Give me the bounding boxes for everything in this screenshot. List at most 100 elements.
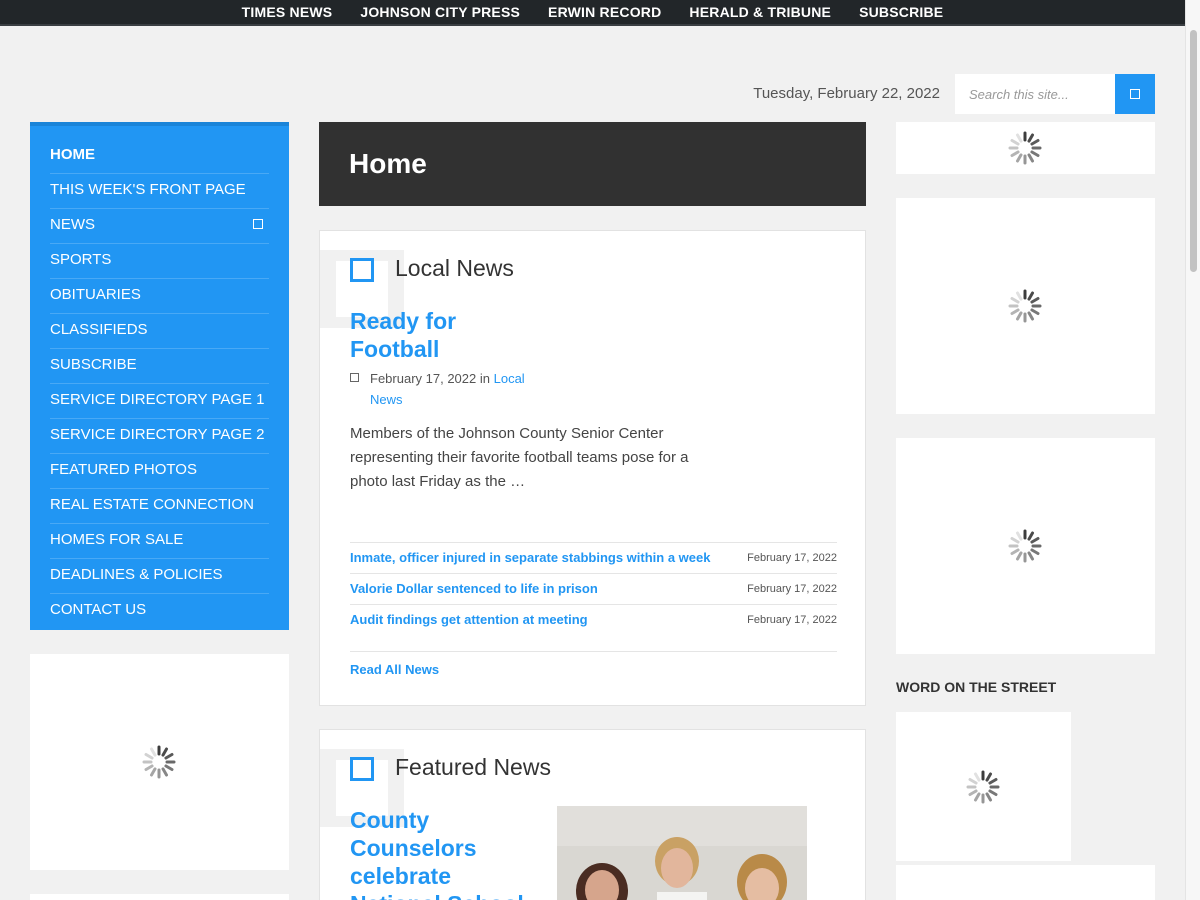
nav-item-news-label: NEWS [50,216,95,233]
section-heading: Featured News [395,754,551,780]
main-navigation: HOME THIS WEEK'S FRONT PAGE NEWS SPORTS … [30,122,289,630]
word-on-the-street-slot[interactable] [896,712,1071,861]
article-date: February 17, 2022 [370,371,477,386]
spinner-spoke [1016,551,1023,561]
spinner-spoke [1010,139,1020,146]
spinner-spoke [164,764,174,771]
submenu-toggle-icon[interactable] [253,219,263,229]
headline-link[interactable]: Valorie Dollar sentenced to life in pris… [350,581,598,596]
spinner-spoke [150,747,157,757]
topnav-link-subscribe[interactable]: SUBSCRIBE [859,0,943,24]
spinner-spoke [1010,548,1020,555]
read-all-news-link[interactable]: Read All News [350,651,837,677]
section-square-icon [350,258,374,282]
spinner-spoke [1016,291,1023,301]
spinner-spoke [968,789,978,796]
spinner-spoke [144,753,154,760]
nav-item-classifieds[interactable]: CLASSIFIEDS [50,314,269,349]
spinner-spoke [968,778,978,785]
nav-item-real-estate[interactable]: REAL ESTATE CONNECTION [50,489,269,524]
spinner-spoke [1030,139,1040,146]
spinner-spoke [985,772,992,782]
featured-article-title[interactable]: County Counselors celebrate National Sch… [350,806,530,900]
spinner-spoke [1027,291,1034,301]
spinner-spoke [1030,308,1040,315]
spinner-spoke [1010,537,1020,544]
loading-spinner-icon [1008,131,1042,165]
topnav-link-herald-tribune[interactable]: HERALD & TRIBUNE [689,0,831,24]
nav-item-service-directory-2[interactable]: SERVICE DIRECTORY PAGE 2 [50,419,269,454]
loading-spinner-icon [966,770,1000,804]
article-in-text: in [479,371,490,386]
spinner-spoke [988,778,998,785]
headline-row: Audit findings get attention at meeting … [350,605,837,636]
article-excerpt: Members of the Johnson County Senior Cen… [350,425,689,490]
spinner-spoke [1027,531,1034,541]
nav-item-contact[interactable]: CONTACT US [50,594,269,629]
section-square-icon [350,757,374,781]
spinner-spoke [1030,537,1040,544]
spinner-spoke [1030,548,1040,555]
topnav-link-erwin-record[interactable]: ERWIN RECORD [548,0,661,24]
nav-item-sports[interactable]: SPORTS [50,244,269,279]
page-scrollbar[interactable] [1185,0,1200,900]
headline-link[interactable]: Audit findings get attention at meeting [350,612,588,627]
search-input[interactable] [955,74,1115,114]
spinner-spoke [150,767,157,777]
search-button[interactable] [1115,74,1155,114]
headline-date: February 17, 2022 [747,614,837,626]
spinner-spoke [1016,133,1023,143]
spinner-spoke [1030,150,1040,157]
left-ad-slot-2[interactable] [30,894,289,900]
section-heading: Local News [395,255,514,281]
topnav-link-times-news[interactable]: TIMES NEWS [242,0,333,24]
left-ad-slot[interactable] [30,654,289,870]
right-ad-slot-3[interactable] [896,438,1155,654]
headline-list: Inmate, officer injured in separate stab… [350,542,837,636]
headline-date: February 17, 2022 [747,583,837,595]
right-ad-slot-2[interactable] [896,198,1155,414]
nav-item-deadlines[interactable]: DEADLINES & POLICIES [50,559,269,594]
nav-item-homes-for-sale[interactable]: HOMES FOR SALE [50,524,269,559]
spinner-spoke [1010,150,1020,157]
feature-article-title[interactable]: Ready for Football [350,307,530,363]
headline-row: Valorie Dollar sentenced to life in pris… [350,574,837,605]
spinner-spoke [144,764,154,771]
clock-icon [350,373,359,382]
search-icon [1130,89,1140,99]
word-on-the-street-heading: WORD ON THE STREET [896,679,1057,695]
current-date: Tuesday, February 22, 2022 [753,85,940,102]
right-ad-slot-4[interactable] [896,865,1155,900]
headline-link[interactable]: Inmate, officer injured in separate stab… [350,550,710,565]
right-ad-slot-1[interactable] [896,122,1155,174]
nav-item-front-page[interactable]: THIS WEEK'S FRONT PAGE [50,174,269,209]
spinner-spoke [1016,531,1023,541]
scrollbar-thumb[interactable] [1190,30,1197,272]
spinner-spoke [974,792,981,802]
spinner-spoke [1010,308,1020,315]
nav-item-subscribe[interactable]: SUBSCRIBE [50,349,269,384]
nav-item-featured-photos[interactable]: FEATURED PHOTOS [50,454,269,489]
spinner-spoke [164,753,174,760]
loading-spinner-icon [1008,289,1042,323]
local-news-card: Local News Ready for Football February 1… [319,230,866,706]
nav-item-news[interactable]: NEWS [50,209,269,244]
spinner-spoke [1016,153,1023,163]
spinner-spoke [974,772,981,782]
featured-photo-image [557,806,807,900]
spinner-spoke [1027,551,1034,561]
nav-item-service-directory-1[interactable]: SERVICE DIRECTORY PAGE 1 [50,384,269,419]
spinner-spoke [1027,311,1034,321]
nav-item-obituaries[interactable]: OBITUARIES [50,279,269,314]
article-meta: February 17, 2022 in Local News [350,368,540,410]
spinner-spoke [1010,297,1020,304]
spinner-spoke [1027,133,1034,143]
top-network-bar: TIMES NEWS JOHNSON CITY PRESS ERWIN RECORD… [0,0,1185,26]
featured-news-card: Featured News County Counselors celebrat… [319,729,866,900]
featured-photo[interactable] [557,806,807,900]
spinner-spoke [1016,311,1023,321]
spinner-spoke [1030,297,1040,304]
spinner-spoke [985,792,992,802]
nav-item-home[interactable]: HOME [50,139,269,174]
topnav-link-johnson-city-press[interactable]: JOHNSON CITY PRESS [360,0,520,24]
